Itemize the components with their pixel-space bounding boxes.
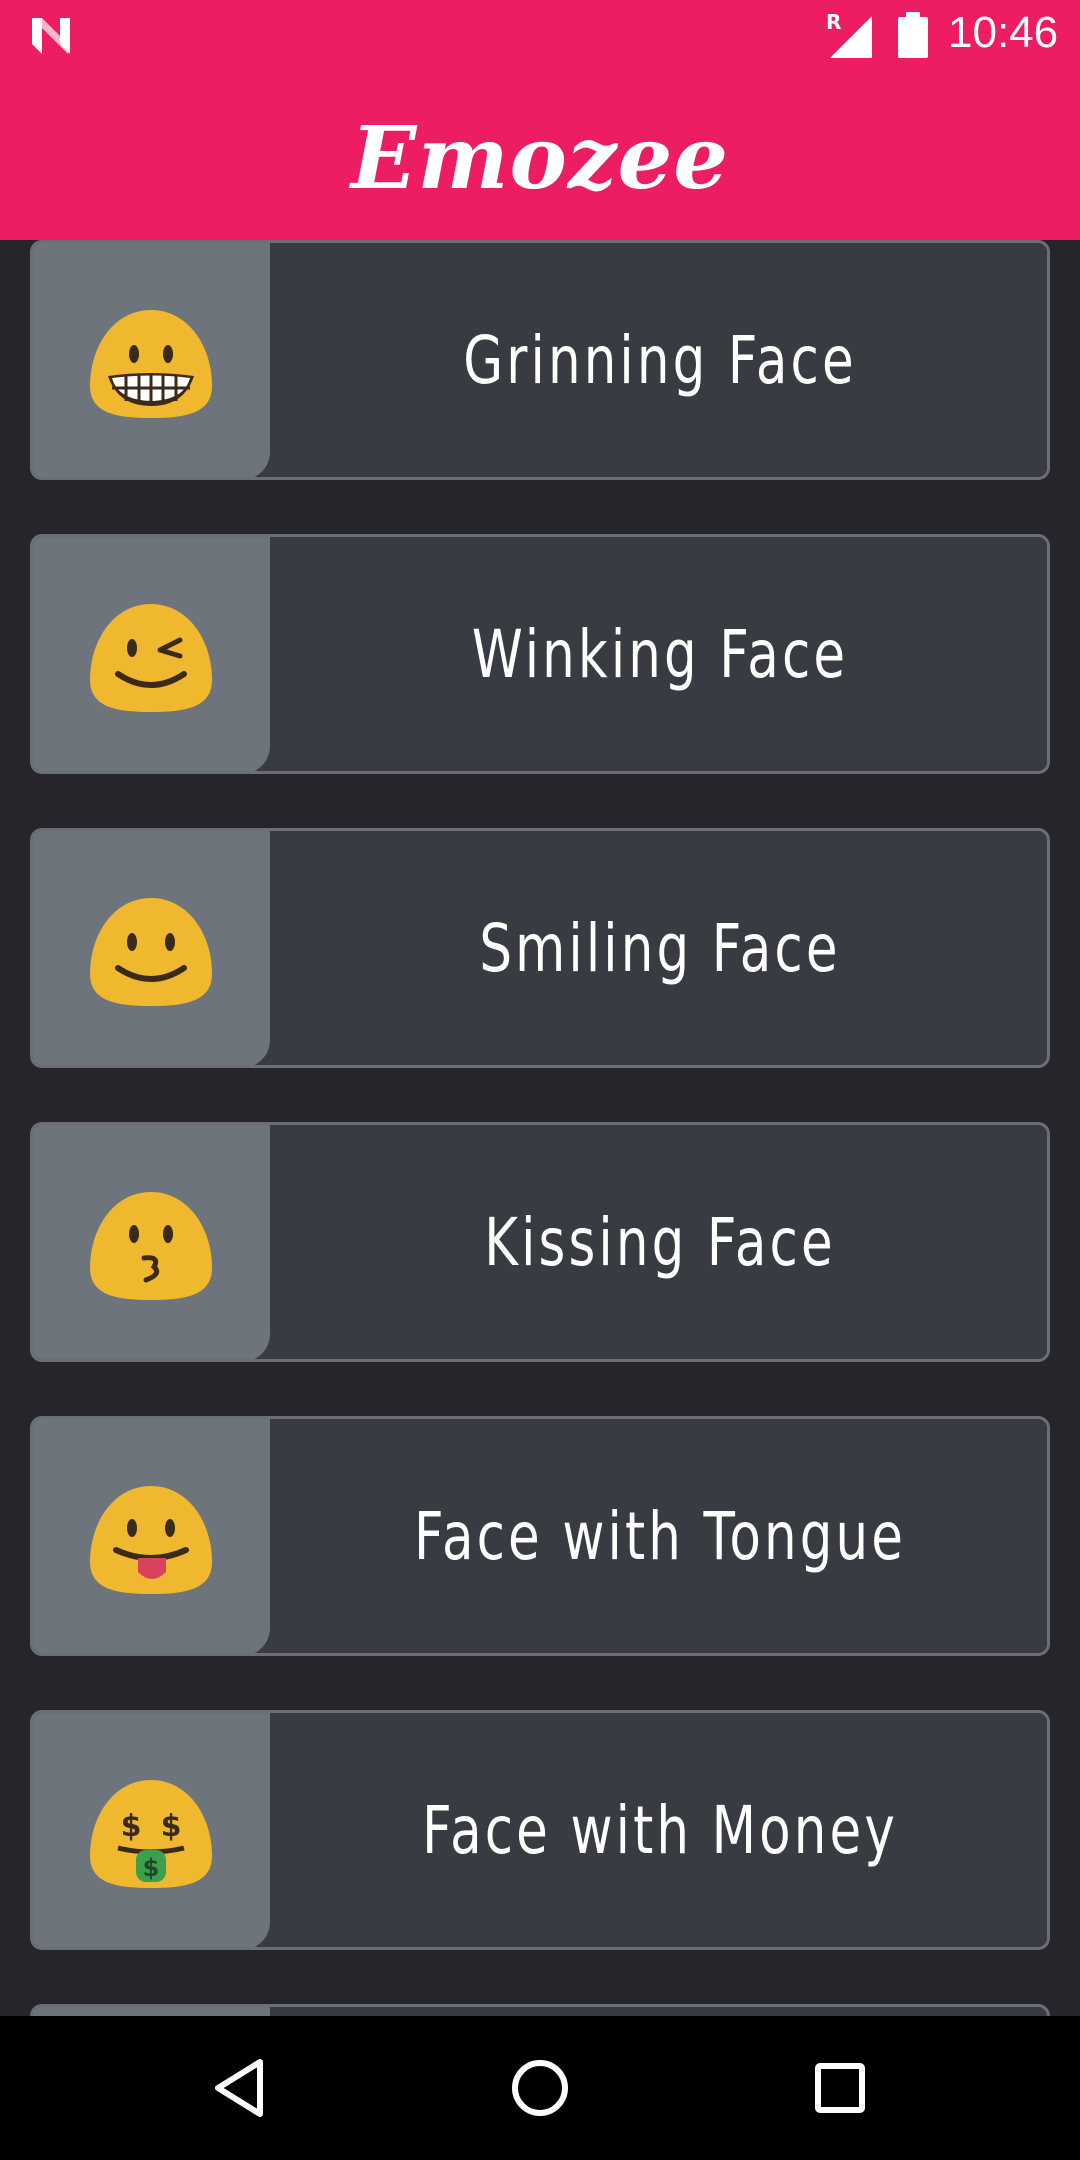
- recents-icon[interactable]: [804, 2052, 876, 2124]
- grinning-face-icon: [90, 310, 212, 418]
- emoji-card-winking-face[interactable]: Winking Face: [30, 534, 1050, 774]
- emoji-thumbnail: [33, 831, 270, 1065]
- winking-face-icon: [90, 604, 212, 712]
- emoji-thumbnail: $ $ $: [33, 1713, 270, 1947]
- emoji-card-smiling-face[interactable]: Smiling Face: [30, 828, 1050, 1068]
- emoji-thumbnail: [33, 243, 270, 477]
- kissing-face-icon: [90, 1192, 212, 1300]
- svg-text:$: $: [161, 1809, 182, 1844]
- battery-icon: [898, 12, 928, 58]
- back-icon[interactable]: [204, 2052, 276, 2124]
- emoji-card-grinning-face[interactable]: Grinning Face: [30, 240, 1050, 480]
- emoji-name: Grinning Face: [463, 321, 857, 399]
- emoji-thumbnail: [33, 1125, 270, 1359]
- svg-text:$: $: [121, 1809, 142, 1844]
- svg-text:$: $: [143, 1854, 160, 1882]
- emoji-card-partial[interactable]: [30, 2004, 1050, 2016]
- home-icon[interactable]: [504, 2052, 576, 2124]
- app-title: Emozee: [350, 108, 730, 209]
- emoji-card-kissing-face[interactable]: Kissing Face: [30, 1122, 1050, 1362]
- emoji-card-face-with-money[interactable]: $ $ $ Face with Money: [30, 1710, 1050, 1950]
- emoji-thumbnail: [33, 537, 270, 771]
- status-time: 10:46: [948, 8, 1059, 57]
- face-with-money-icon: $ $ $: [90, 1780, 212, 1888]
- emoji-thumbnail: [33, 2007, 270, 2016]
- face-with-tongue-icon: [90, 1486, 212, 1594]
- status-bar: R 10:46: [0, 0, 1080, 72]
- emoji-thumbnail: [33, 1419, 270, 1653]
- emoji-name: Face with Money: [422, 1791, 898, 1869]
- smiling-face-icon: [90, 898, 212, 1006]
- emoji-name: Winking Face: [471, 615, 849, 693]
- emoji-name: Smiling Face: [479, 909, 841, 987]
- emoji-name: Kissing Face: [484, 1203, 836, 1281]
- emoji-card-face-with-tongue[interactable]: Face with Tongue: [30, 1416, 1050, 1656]
- n-logo-icon: [32, 18, 70, 54]
- emoji-list[interactable]: Grinning Face Winking Face Smiling Face: [0, 240, 1080, 2016]
- navigation-bar: [0, 2016, 1080, 2160]
- emoji-name: Face with Tongue: [413, 1497, 907, 1575]
- app-bar: Emozee: [0, 72, 1080, 240]
- signal-icon: [830, 16, 872, 58]
